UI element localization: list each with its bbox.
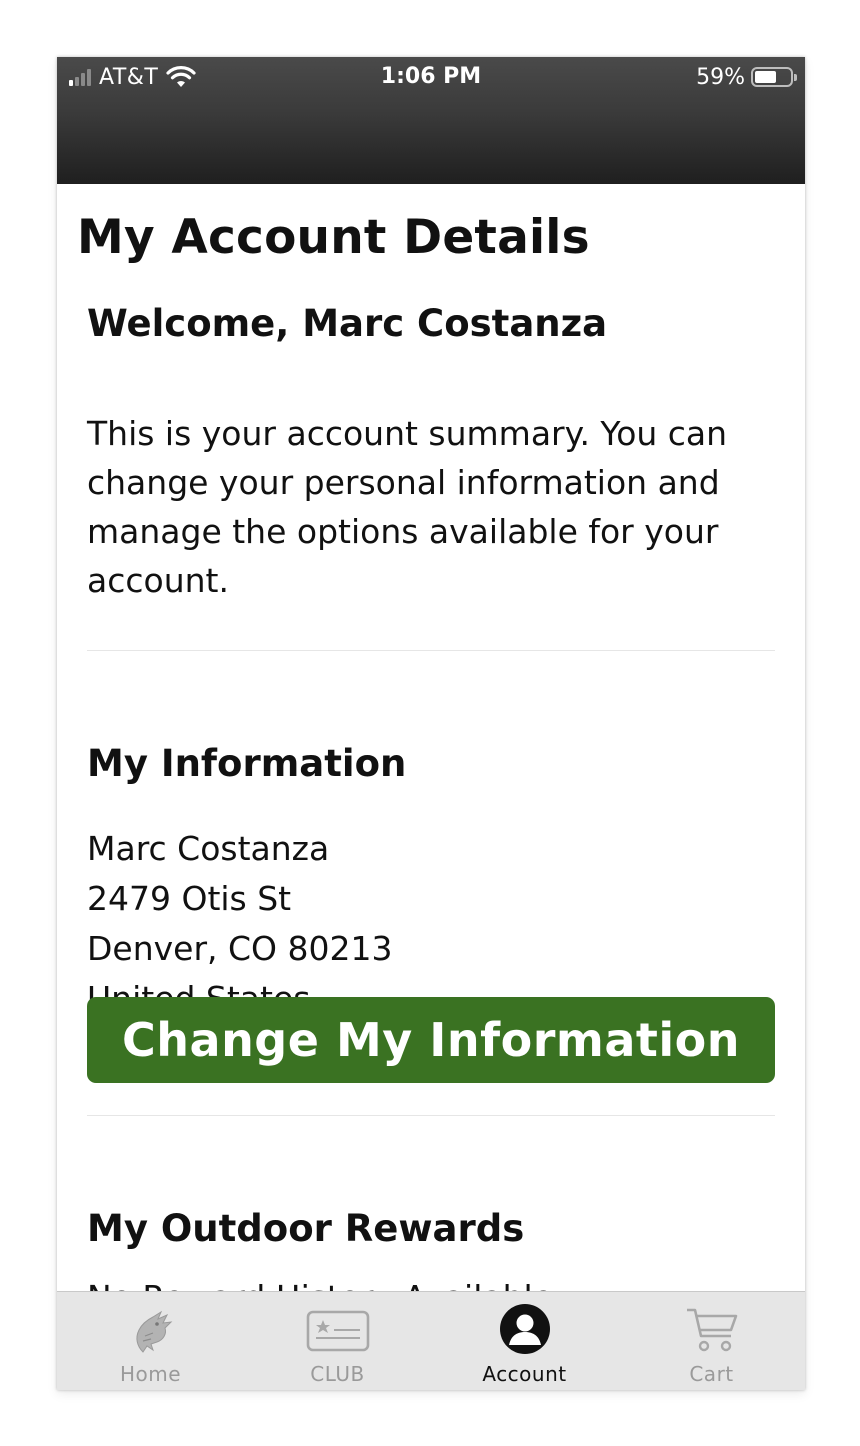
tab-home-label: Home — [119, 1362, 182, 1386]
battery-percent: 59% — [696, 64, 745, 90]
address-line: 2479 Otis St — [87, 879, 292, 918]
account-content[interactable]: My Account Details Welcome, Marc Costanz… — [57, 184, 805, 1291]
cart-icon — [686, 1308, 737, 1352]
status-time: 1:06 PM — [380, 64, 482, 89]
no-reward-history-text: No Reward History Available — [87, 1278, 775, 1291]
tab-home[interactable]: Home — [57, 1292, 244, 1390]
phone-screen: AT&T 1:06 PM 59% My Account Details Welc… — [57, 57, 805, 1390]
section-divider — [87, 650, 775, 651]
tab-club[interactable]: CLUB — [244, 1292, 431, 1390]
status-bar: AT&T 1:06 PM 59% — [57, 57, 805, 184]
address-line: Denver, CO 80213 — [87, 929, 393, 968]
status-right: 59% — [696, 63, 797, 91]
address-block: Marc Costanza 2479 Otis St Denver, CO 80… — [87, 824, 775, 1024]
battery-icon — [751, 67, 797, 87]
change-my-information-button[interactable]: Change My Information — [87, 997, 775, 1083]
tab-cart-label: Cart — [689, 1362, 734, 1386]
address-line: Marc Costanza — [87, 829, 330, 868]
tab-bar: Home CLUB Account Cart — [57, 1291, 805, 1390]
section-divider — [87, 1115, 775, 1116]
club-card-icon — [306, 1310, 369, 1352]
my-information-heading: My Information — [87, 742, 407, 785]
tab-account[interactable]: Account — [431, 1292, 618, 1390]
account-icon — [499, 1304, 550, 1354]
tab-account-label: Account — [482, 1362, 567, 1386]
tab-cart[interactable]: Cart — [618, 1292, 805, 1390]
welcome-heading: Welcome, Marc Costanza — [87, 302, 608, 345]
tab-club-label: CLUB — [310, 1362, 365, 1386]
page-title: My Account Details — [77, 210, 590, 265]
account-summary-text: This is your account summary. You can ch… — [87, 414, 728, 600]
fish-icon — [135, 1310, 172, 1353]
my-outdoor-rewards-heading: My Outdoor Rewards — [87, 1207, 525, 1250]
